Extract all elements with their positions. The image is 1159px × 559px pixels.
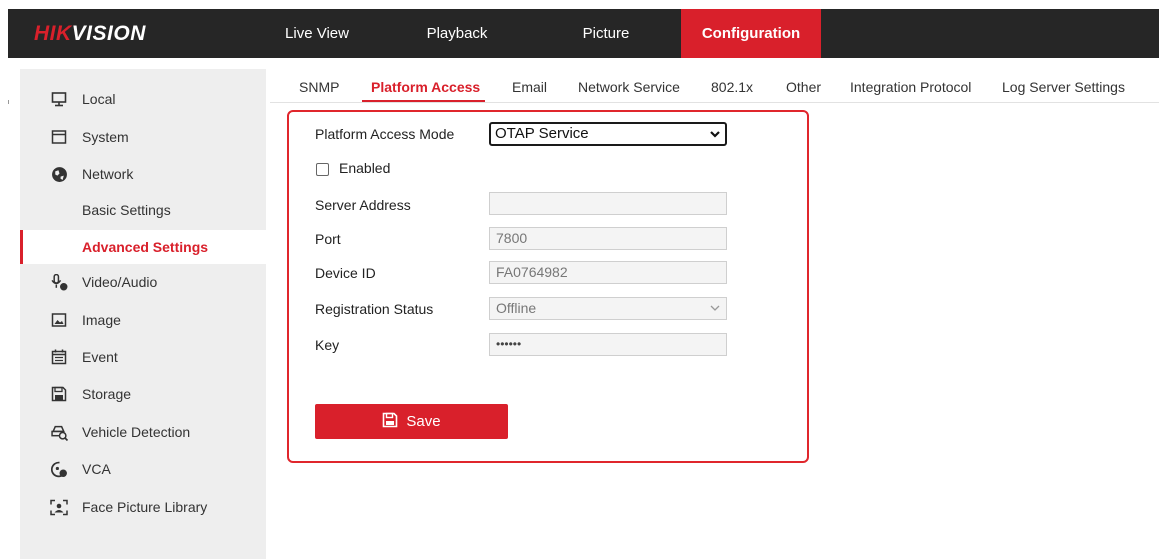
sidebar-item-network[interactable]: Network <box>20 157 266 191</box>
tab-integration-protocol[interactable]: Integration Protocol <box>850 75 971 99</box>
vehicle-icon <box>50 423 68 441</box>
sidebar-item-label: Basic Settings <box>82 202 171 218</box>
save-button[interactable]: Save <box>315 404 508 439</box>
platform-access-mode-label: Platform Access Mode <box>315 126 455 142</box>
window-edge-mark <box>8 100 9 104</box>
key-label: Key <box>315 337 340 353</box>
sidebar-subitem-advanced-settings[interactable]: Advanced Settings <box>20 230 266 264</box>
sidebar-item-label: Vehicle Detection <box>82 424 191 440</box>
key-field[interactable]: •••••• <box>489 333 727 356</box>
platform-access-mode-select[interactable]: OTAP Service <box>489 122 727 146</box>
registration-status-select[interactable]: Offline <box>489 297 727 320</box>
device-id-field[interactable]: FA0764982 <box>489 261 727 284</box>
registration-status-value: Offline <box>496 300 537 316</box>
port-label: Port <box>315 231 341 247</box>
hikvision-logo: HIKVISION <box>34 22 146 45</box>
tab-log-server-settings[interactable]: Log Server Settings <box>1002 75 1125 99</box>
server-address-label: Server Address <box>315 197 411 213</box>
sidebar-item-local[interactable]: Local <box>20 82 266 116</box>
face-icon <box>50 498 68 516</box>
tab-email[interactable]: Email <box>512 75 547 99</box>
globe-icon <box>50 165 68 183</box>
sidebar-item-label: Storage <box>82 386 132 402</box>
registration-status-label: Registration Status <box>315 301 434 317</box>
tab-802-1x[interactable]: 802.1x <box>711 75 753 99</box>
sidebar-item-label: Event <box>82 349 118 365</box>
chevron-down-icon <box>709 124 721 151</box>
sidebar-item-label: System <box>82 129 129 145</box>
sidebar-item-system[interactable]: System <box>20 120 266 154</box>
tab-other[interactable]: Other <box>786 75 821 99</box>
sidebar-item-label: Network <box>82 166 134 182</box>
sidebar-item-image[interactable]: Image <box>20 303 266 337</box>
calendar-icon <box>50 348 68 366</box>
nav-playback[interactable]: Playback <box>416 9 498 58</box>
tab-divider <box>270 102 1159 103</box>
vca-icon <box>50 460 68 478</box>
sidebar: Local System Network Basic Settings Adva… <box>20 69 266 559</box>
sidebar-subitem-basic-settings[interactable]: Basic Settings <box>20 193 266 227</box>
sidebar-item-label: Local <box>82 91 116 107</box>
tab-snmp[interactable]: SNMP <box>299 75 339 99</box>
enabled-label: Enabled <box>339 160 391 176</box>
device-id-label: Device ID <box>315 265 376 281</box>
sidebar-item-label: VCA <box>82 461 111 477</box>
system-icon <box>50 128 68 146</box>
video-audio-icon <box>50 273 68 291</box>
monitor-icon <box>50 90 68 108</box>
tab-network-service[interactable]: Network Service <box>578 75 680 99</box>
nav-configuration[interactable]: Configuration <box>681 9 821 58</box>
sidebar-item-vca[interactable]: VCA <box>20 452 266 486</box>
sidebar-item-label: Face Picture Library <box>82 499 208 515</box>
tab-platform-access[interactable]: Platform Access <box>371 75 480 99</box>
active-tab-underline <box>362 100 485 102</box>
save-icon <box>382 412 398 432</box>
sidebar-item-face-picture-library[interactable]: Face Picture Library <box>20 490 266 524</box>
floppy-icon <box>50 385 68 403</box>
top-nav-bar: HIKVISION Live View Playback Picture Con… <box>8 9 1159 58</box>
sidebar-item-storage[interactable]: Storage <box>20 377 266 411</box>
server-address-field[interactable] <box>489 192 727 215</box>
chevron-down-icon <box>710 298 720 327</box>
enabled-checkbox[interactable] <box>316 163 329 176</box>
platform-access-mode-value: OTAP Service <box>495 125 589 142</box>
nav-live-view[interactable]: Live View <box>278 9 356 58</box>
nav-picture[interactable]: Picture <box>576 9 636 58</box>
sidebar-item-label: Advanced Settings <box>82 239 209 255</box>
sidebar-item-vehicle-detection[interactable]: Vehicle Detection <box>20 415 266 449</box>
sidebar-item-label: Image <box>82 312 121 328</box>
port-field[interactable]: 7800 <box>489 227 727 250</box>
image-icon <box>50 311 68 329</box>
sidebar-item-label: Video/Audio <box>82 274 158 290</box>
sidebar-item-video-audio[interactable]: Video/Audio <box>20 265 266 299</box>
save-button-label: Save <box>406 413 441 430</box>
sidebar-item-event[interactable]: Event <box>20 340 266 374</box>
